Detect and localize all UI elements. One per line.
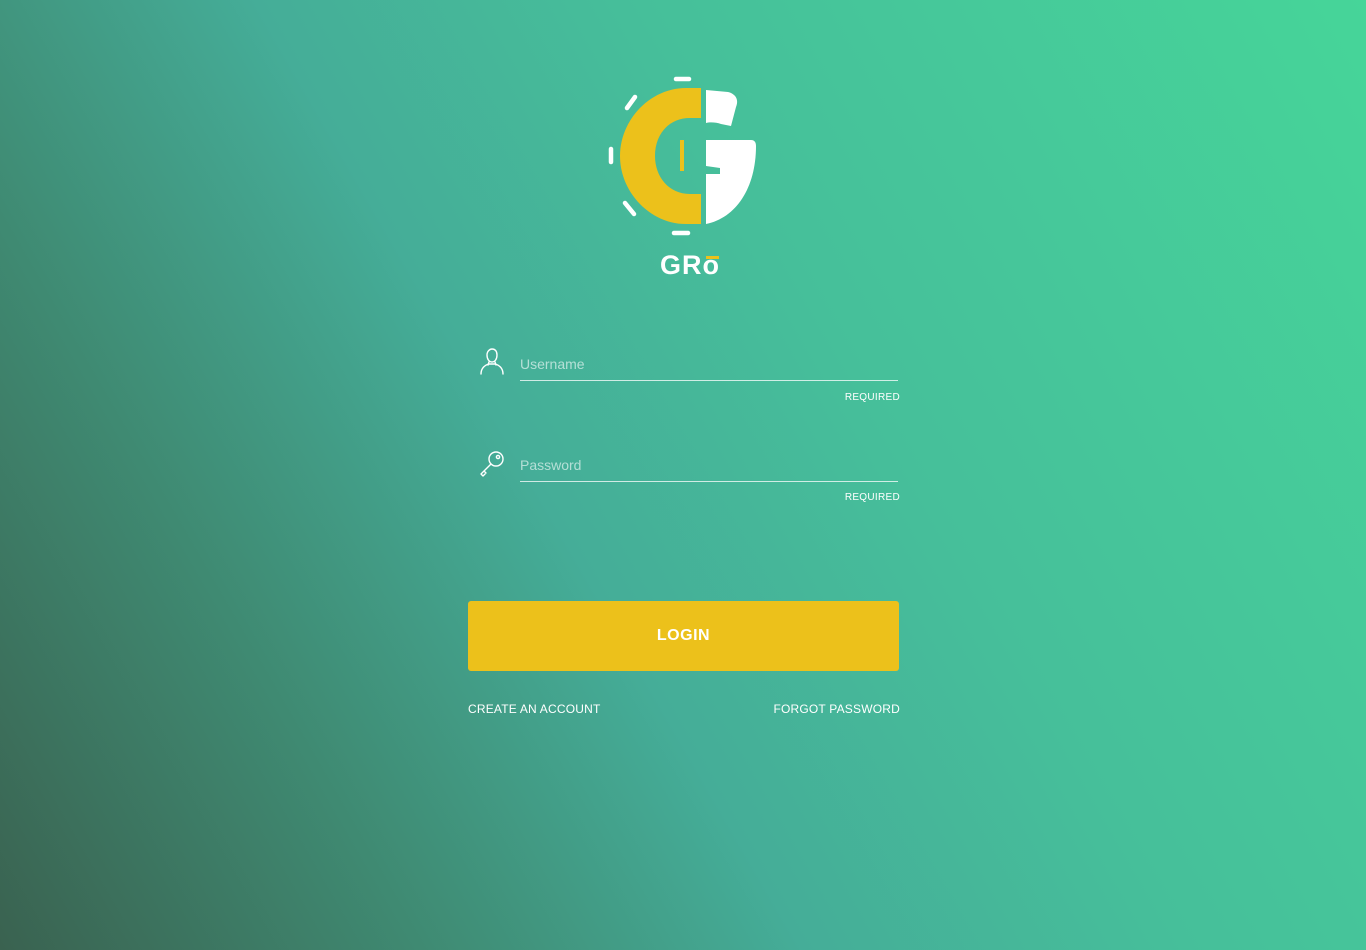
username-required-hint: REQUIRED: [844, 392, 900, 403]
password-row: [478, 449, 900, 489]
forgot-password-link[interactable]: FORGOT PASSWORD: [773, 702, 900, 716]
key-icon: [478, 449, 506, 477]
password-field[interactable]: [520, 449, 898, 482]
user-icon: [478, 348, 506, 376]
password-required-hint: REQUIRED: [844, 492, 900, 503]
create-account-link[interactable]: CREATE AN ACCOUNT: [468, 702, 601, 716]
brand-name: GRō: [660, 250, 720, 280]
username-field[interactable]: [520, 348, 898, 381]
username-row: [478, 348, 900, 388]
login-button[interactable]: LOGIN: [468, 601, 899, 671]
brand-accent-bar: [706, 256, 719, 259]
gro-logo: [600, 70, 766, 242]
